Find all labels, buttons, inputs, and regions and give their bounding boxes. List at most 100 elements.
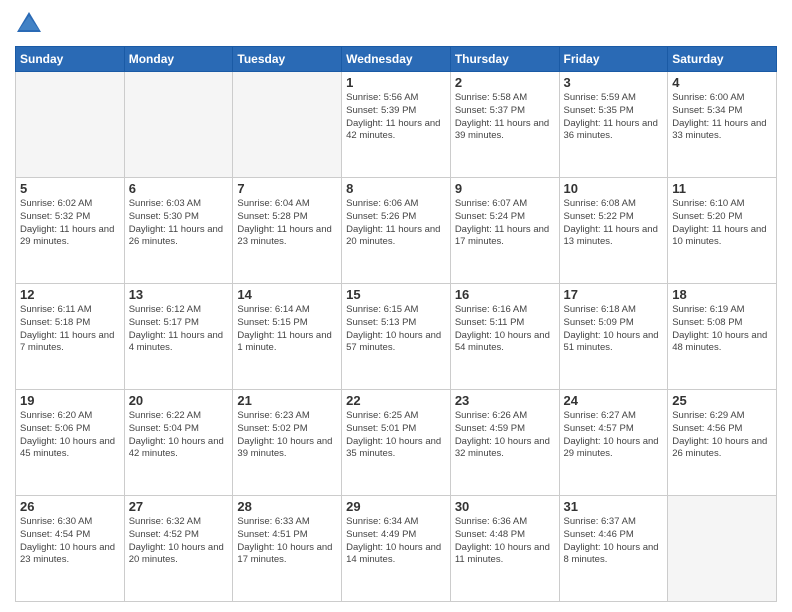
calendar-cell: 19Sunrise: 6:20 AM Sunset: 5:06 PM Dayli… <box>16 390 125 496</box>
day-info: Sunrise: 6:37 AM Sunset: 4:46 PM Dayligh… <box>564 516 664 567</box>
day-number: 16 <box>455 287 555 302</box>
calendar-day-header: Monday <box>124 47 233 72</box>
day-number: 22 <box>346 393 446 408</box>
day-info: Sunrise: 6:34 AM Sunset: 4:49 PM Dayligh… <box>346 516 446 567</box>
day-number: 4 <box>672 75 772 90</box>
day-number: 28 <box>237 499 337 514</box>
day-number: 23 <box>455 393 555 408</box>
day-info: Sunrise: 6:08 AM Sunset: 5:22 PM Dayligh… <box>564 198 664 249</box>
day-info: Sunrise: 5:59 AM Sunset: 5:35 PM Dayligh… <box>564 92 664 143</box>
day-number: 30 <box>455 499 555 514</box>
calendar-table: SundayMondayTuesdayWednesdayThursdayFrid… <box>15 46 777 602</box>
calendar-cell: 14 Sunrise: 6:14 AM Sunset: 5:15 PM Dayli… <box>233 284 342 390</box>
day-info: Sunrise: 6:14 AM Sunset: 5:15 PM Dayligh… <box>237 304 337 355</box>
logo-icon <box>15 10 43 38</box>
day-info: Sunrise: 6:02 AM Sunset: 5:32 PM Dayligh… <box>20 198 120 249</box>
day-number: 8 <box>346 181 446 196</box>
calendar-cell <box>124 72 233 178</box>
day-number: 19 <box>20 393 120 408</box>
day-info: Sunrise: 6:36 AM Sunset: 4:48 PM Dayligh… <box>455 516 555 567</box>
day-number: 27 <box>129 499 229 514</box>
calendar-cell: 4 Sunrise: 6:00 AM Sunset: 5:34 PM Daylig… <box>668 72 777 178</box>
day-info: Sunrise: 6:19 AM Sunset: 5:08 PM Dayligh… <box>672 304 772 355</box>
day-info: Sunrise: 6:27 AM Sunset: 4:57 PM Dayligh… <box>564 410 664 461</box>
day-number: 5 <box>20 181 120 196</box>
calendar-cell: 21 Sunrise: 6:23 AM Sunset: 5:02 PM Dayli… <box>233 390 342 496</box>
day-number: 20 <box>129 393 229 408</box>
day-number: 21 <box>237 393 337 408</box>
day-number: 29 <box>346 499 446 514</box>
day-number: 15 <box>346 287 446 302</box>
calendar-day-header: Wednesday <box>342 47 451 72</box>
day-info: Sunrise: 6:32 AM Sunset: 4:52 PM Dayligh… <box>129 516 229 567</box>
calendar-week-row: 19Sunrise: 6:20 AM Sunset: 5:06 PM Dayli… <box>16 390 777 496</box>
calendar-cell <box>233 72 342 178</box>
calendar-cell: 16Sunrise: 6:16 AM Sunset: 5:11 PM Dayli… <box>450 284 559 390</box>
calendar-cell: 27 Sunrise: 6:32 AM Sunset: 4:52 PM Dayli… <box>124 496 233 602</box>
calendar-cell: 1Sunrise: 5:56 AM Sunset: 5:39 PM Daylig… <box>342 72 451 178</box>
day-info: Sunrise: 6:12 AM Sunset: 5:17 PM Dayligh… <box>129 304 229 355</box>
calendar-day-header: Saturday <box>668 47 777 72</box>
day-number: 24 <box>564 393 664 408</box>
calendar-cell: 3Sunrise: 5:59 AM Sunset: 5:35 PM Daylig… <box>559 72 668 178</box>
day-number: 10 <box>564 181 664 196</box>
day-info: Sunrise: 6:11 AM Sunset: 5:18 PM Dayligh… <box>20 304 120 355</box>
calendar-cell <box>668 496 777 602</box>
calendar-cell: 13 Sunrise: 6:12 AM Sunset: 5:17 PM Dayli… <box>124 284 233 390</box>
day-info: Sunrise: 6:22 AM Sunset: 5:04 PM Dayligh… <box>129 410 229 461</box>
day-number: 7 <box>237 181 337 196</box>
calendar-cell: 23 Sunrise: 6:26 AM Sunset: 4:59 PM Dayli… <box>450 390 559 496</box>
day-info: Sunrise: 6:10 AM Sunset: 5:20 PM Dayligh… <box>672 198 772 249</box>
day-info: Sunrise: 6:04 AM Sunset: 5:28 PM Dayligh… <box>237 198 337 249</box>
calendar-cell: 12 Sunrise: 6:11 AM Sunset: 5:18 PM Dayli… <box>16 284 125 390</box>
day-info: Sunrise: 6:06 AM Sunset: 5:26 PM Dayligh… <box>346 198 446 249</box>
day-info: Sunrise: 6:26 AM Sunset: 4:59 PM Dayligh… <box>455 410 555 461</box>
calendar-week-row: 1Sunrise: 5:56 AM Sunset: 5:39 PM Daylig… <box>16 72 777 178</box>
day-number: 13 <box>129 287 229 302</box>
calendar-cell: 28 Sunrise: 6:33 AM Sunset: 4:51 PM Dayli… <box>233 496 342 602</box>
day-number: 6 <box>129 181 229 196</box>
calendar-cell: 31Sunrise: 6:37 AM Sunset: 4:46 PM Dayli… <box>559 496 668 602</box>
calendar-week-row: 5 Sunrise: 6:02 AM Sunset: 5:32 PM Daylig… <box>16 178 777 284</box>
day-info: Sunrise: 6:15 AM Sunset: 5:13 PM Dayligh… <box>346 304 446 355</box>
calendar-cell: 7 Sunrise: 6:04 AM Sunset: 5:28 PM Daylig… <box>233 178 342 284</box>
day-number: 12 <box>20 287 120 302</box>
day-number: 2 <box>455 75 555 90</box>
header <box>15 10 777 38</box>
day-number: 11 <box>672 181 772 196</box>
calendar-cell: 2 Sunrise: 5:58 AM Sunset: 5:37 PM Daylig… <box>450 72 559 178</box>
day-number: 14 <box>237 287 337 302</box>
calendar-header-row: SundayMondayTuesdayWednesdayThursdayFrid… <box>16 47 777 72</box>
day-number: 26 <box>20 499 120 514</box>
calendar-cell: 17 Sunrise: 6:18 AM Sunset: 5:09 PM Dayli… <box>559 284 668 390</box>
calendar-cell: 11 Sunrise: 6:10 AM Sunset: 5:20 PM Dayli… <box>668 178 777 284</box>
day-info: Sunrise: 6:03 AM Sunset: 5:30 PM Dayligh… <box>129 198 229 249</box>
day-info: Sunrise: 6:33 AM Sunset: 4:51 PM Dayligh… <box>237 516 337 567</box>
day-info: Sunrise: 5:58 AM Sunset: 5:37 PM Dayligh… <box>455 92 555 143</box>
calendar-day-header: Friday <box>559 47 668 72</box>
calendar-cell: 15 Sunrise: 6:15 AM Sunset: 5:13 PM Dayli… <box>342 284 451 390</box>
day-info: Sunrise: 6:07 AM Sunset: 5:24 PM Dayligh… <box>455 198 555 249</box>
calendar-cell: 20 Sunrise: 6:22 AM Sunset: 5:04 PM Dayli… <box>124 390 233 496</box>
day-info: Sunrise: 6:23 AM Sunset: 5:02 PM Dayligh… <box>237 410 337 461</box>
calendar-cell: 30 Sunrise: 6:36 AM Sunset: 4:48 PM Dayli… <box>450 496 559 602</box>
calendar-cell: 8 Sunrise: 6:06 AM Sunset: 5:26 PM Daylig… <box>342 178 451 284</box>
page: SundayMondayTuesdayWednesdayThursdayFrid… <box>0 0 792 612</box>
day-info: Sunrise: 6:18 AM Sunset: 5:09 PM Dayligh… <box>564 304 664 355</box>
logo <box>15 10 47 38</box>
calendar-cell: 6 Sunrise: 6:03 AM Sunset: 5:30 PM Daylig… <box>124 178 233 284</box>
calendar-day-header: Sunday <box>16 47 125 72</box>
calendar-cell: 22Sunrise: 6:25 AM Sunset: 5:01 PM Dayli… <box>342 390 451 496</box>
calendar-cell: 10 Sunrise: 6:08 AM Sunset: 5:22 PM Dayli… <box>559 178 668 284</box>
day-number: 25 <box>672 393 772 408</box>
calendar-cell: 25 Sunrise: 6:29 AM Sunset: 4:56 PM Dayli… <box>668 390 777 496</box>
calendar-cell: 9Sunrise: 6:07 AM Sunset: 5:24 PM Daylig… <box>450 178 559 284</box>
day-info: Sunrise: 6:29 AM Sunset: 4:56 PM Dayligh… <box>672 410 772 461</box>
day-info: Sunrise: 6:30 AM Sunset: 4:54 PM Dayligh… <box>20 516 120 567</box>
day-number: 17 <box>564 287 664 302</box>
calendar-cell: 26 Sunrise: 6:30 AM Sunset: 4:54 PM Dayli… <box>16 496 125 602</box>
day-info: Sunrise: 6:00 AM Sunset: 5:34 PM Dayligh… <box>672 92 772 143</box>
calendar-cell <box>16 72 125 178</box>
calendar-cell: 29 Sunrise: 6:34 AM Sunset: 4:49 PM Dayli… <box>342 496 451 602</box>
calendar-week-row: 26 Sunrise: 6:30 AM Sunset: 4:54 PM Dayli… <box>16 496 777 602</box>
